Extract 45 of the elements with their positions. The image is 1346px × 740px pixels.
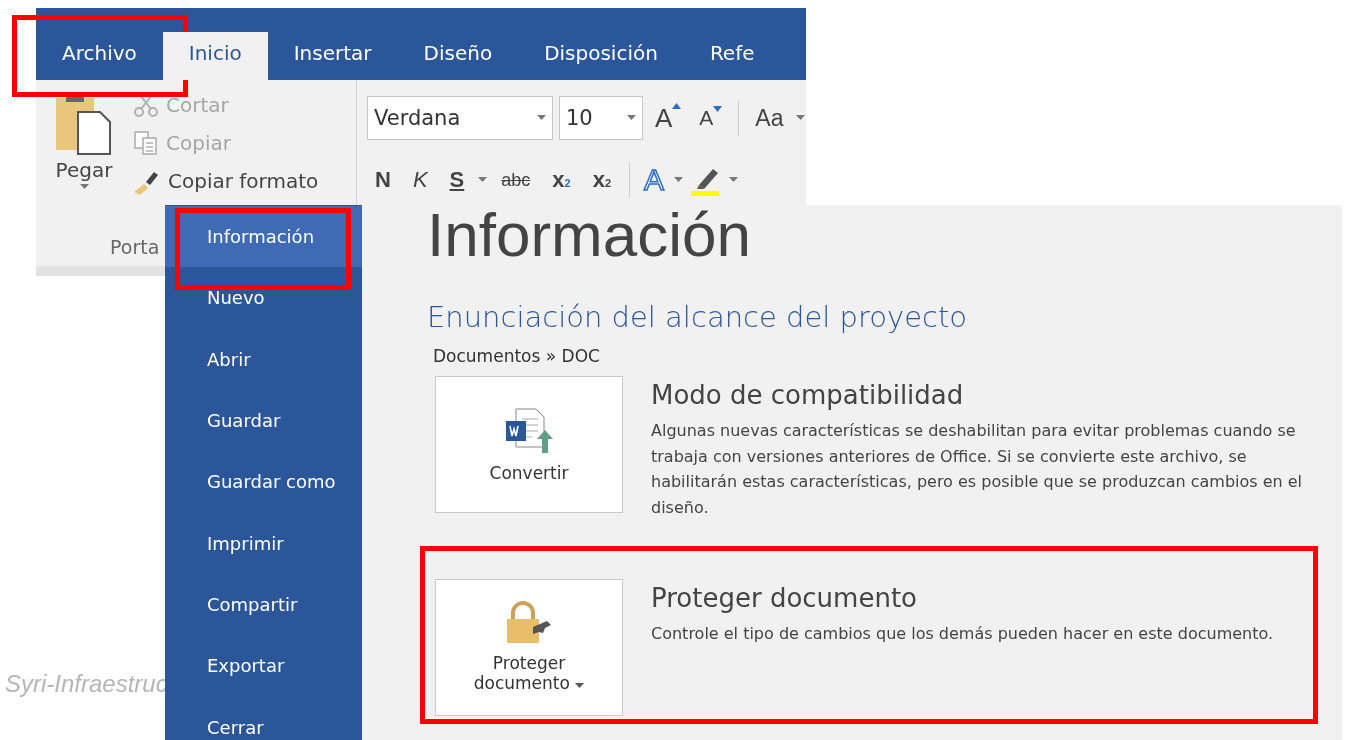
clipboard-action[interactable]: Copiar formato <box>132 164 356 198</box>
section-description: Algunas nuevas características se deshabilitan para evitar problemas cuando se trabaja con versiones anteriores de Office. Si se convierte este archivo, se habilitarán estas características, pero es posible que se produzcan cambios en el diseño. <box>651 420 1304 520</box>
font-name-field[interactable]: Verdana <box>367 96 553 140</box>
grow-font-button[interactable]: A <box>649 102 688 134</box>
ribbon-tab[interactable]: Archivo <box>36 32 163 80</box>
ribbon-tab[interactable]: Refe <box>683 32 781 80</box>
nav-item[interactable]: Nuevo <box>165 267 362 329</box>
down-triangle-icon <box>713 106 723 112</box>
paste-button[interactable]: Pegar <box>36 88 132 236</box>
nav-item[interactable]: Cerrar <box>165 696 362 740</box>
caret-icon <box>79 184 89 190</box>
page-title: Información <box>427 205 752 271</box>
format-button[interactable]: K <box>404 167 436 193</box>
shrink-font-button[interactable]: A <box>693 106 729 130</box>
section-description: Controle el tipo de cambios que los demás pueden hacer en este documento. <box>651 622 1274 645</box>
change-case-button[interactable]: Aa <box>749 104 790 132</box>
caret-icon <box>795 115 805 121</box>
format-button[interactable]: S <box>441 167 473 193</box>
caption-text: Syri-Infraestruc <box>5 670 168 698</box>
copy-icon <box>132 129 160 157</box>
nav-item[interactable]: Guardar como <box>165 451 362 513</box>
font-size-field[interactable]: 10 <box>559 96 643 140</box>
nav-item[interactable]: Exportar <box>165 635 362 697</box>
document-path: Documentos » DOC <box>433 346 601 367</box>
up-triangle-icon <box>672 102 682 109</box>
ribbon-tab[interactable]: Inicio <box>162 32 268 80</box>
ribbon-tab[interactable]: Diseño <box>397 32 519 80</box>
lock-icon <box>505 601 553 646</box>
ribbon-tab[interactable]: Disposición <box>518 32 684 80</box>
nav-item[interactable]: Compartir <box>165 573 362 636</box>
convert-button[interactable]: Convertir <box>435 376 623 514</box>
ribbon-tab[interactable]: Insertar <box>267 32 398 80</box>
section-heading: Proteger documento <box>651 582 918 613</box>
nav-item[interactable]: Guardar <box>165 389 362 452</box>
word-document-icon <box>504 406 554 455</box>
format-button[interactable]: abc <box>493 169 539 191</box>
nav-item[interactable]: Abrir <box>165 328 362 390</box>
protect-document-button[interactable]: Proteger documento <box>435 578 623 716</box>
nav-item[interactable]: Imprimir <box>165 512 362 574</box>
document-title: Enunciación del alcance del proyecto <box>427 300 969 335</box>
format-button[interactable]: N <box>367 167 399 193</box>
group-label: Porta <box>110 236 160 260</box>
caret-icon <box>537 115 546 121</box>
section-heading: Modo de compatibilidad <box>651 380 965 411</box>
caret-icon <box>627 115 636 121</box>
